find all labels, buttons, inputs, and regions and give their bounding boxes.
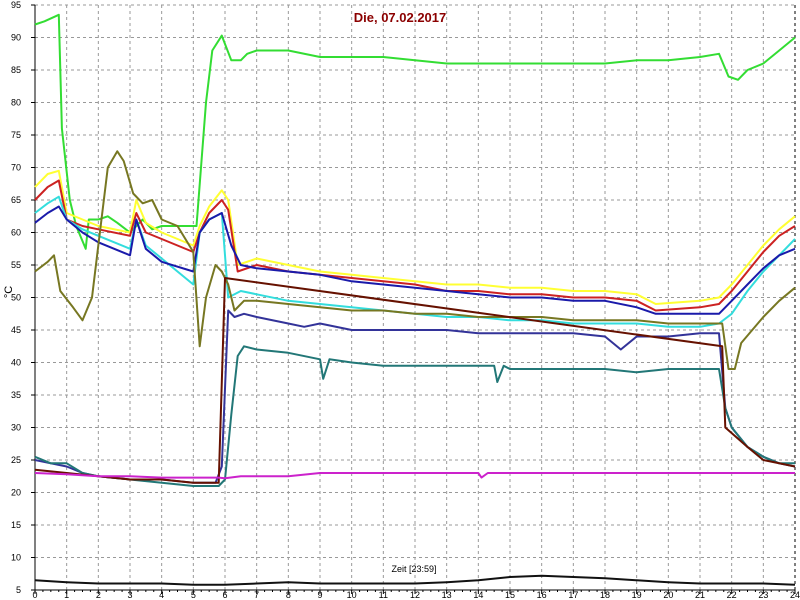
x-tick-label: 3 [127,590,132,600]
y-tick-label: 25 [11,455,21,465]
x-tick-label: 16 [537,590,547,600]
x-tick-label: 18 [600,590,610,600]
y-tick-label: 70 [11,163,21,173]
x-tick-label: 10 [347,590,357,600]
y-tick-label: 15 [11,520,21,530]
plot-background [0,0,800,600]
y-axis-label: °C [3,286,15,298]
x-tick-label: 6 [222,590,227,600]
x-tick-label: 24 [790,590,800,600]
y-tick-label: 80 [11,98,21,108]
y-tick-label: 10 [11,553,21,563]
y-tick-label: 35 [11,390,21,400]
x-tick-label: 8 [286,590,291,600]
x-tick-label: 23 [758,590,768,600]
y-tick-label: 20 [11,488,21,498]
chart-title: Die, 07.02.2017 [354,10,447,25]
x-tick-label: 17 [568,590,578,600]
x-tick-label: 4 [159,590,164,600]
x-tick-label: 22 [727,590,737,600]
temperature-chart: 5101520253035404550556065707580859095 01… [0,0,800,600]
x-tick-label: 19 [632,590,642,600]
x-tick-label: 9 [317,590,322,600]
y-tick-label: 85 [11,65,21,75]
x-tick-label: 13 [442,590,452,600]
y-tick-label: 90 [11,33,21,43]
y-tick-label: 95 [11,0,21,10]
x-tick-label: 20 [663,590,673,600]
y-tick-label: 60 [11,228,21,238]
x-tick-label: 14 [473,590,483,600]
y-tick-label: 5 [16,585,21,595]
x-tick-label: 1 [64,590,69,600]
x-tick-label: 12 [410,590,420,600]
x-tick-label: 5 [191,590,196,600]
y-tick-label: 45 [11,325,21,335]
y-tick-label: 55 [11,260,21,270]
y-tick-label: 65 [11,195,21,205]
x-tick-label: 21 [695,590,705,600]
x-axis-label: Zeit [23:59] [391,564,436,574]
x-tick-label: 2 [96,590,101,600]
y-tick-label: 75 [11,130,21,140]
x-tick-label: 7 [254,590,259,600]
y-tick-label: 30 [11,423,21,433]
x-tick-label: 11 [379,590,388,600]
x-tick-label: 0 [32,590,37,600]
x-tick-label: 15 [505,590,515,600]
y-tick-label: 40 [11,358,21,368]
